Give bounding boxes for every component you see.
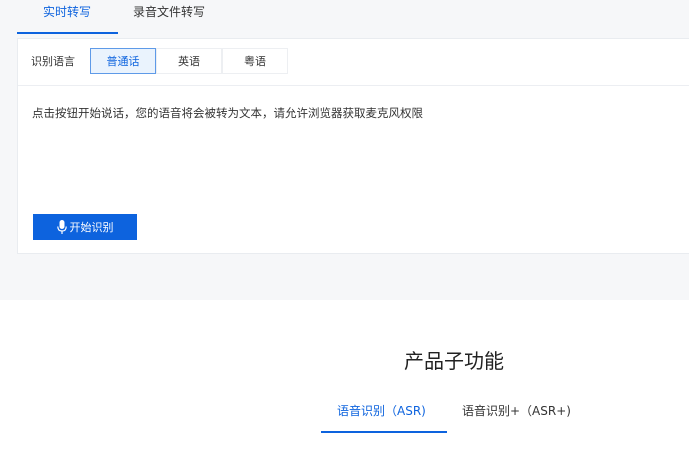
language-option-cantonese[interactable]: 粤语	[222, 48, 288, 74]
tab-realtime-transcription[interactable]: 实时转写	[43, 0, 91, 36]
language-label: 识别语言	[31, 55, 75, 68]
start-recognition-button[interactable]: 开始识别	[33, 214, 137, 240]
microphone-hint-text: 点击按钮开始说话，您的语音将会被转为文本，请允许浏览器获取麦克风权限	[32, 106, 423, 120]
section-title: 产品子功能	[404, 349, 504, 373]
language-option-english[interactable]: 英语	[156, 48, 222, 74]
tab-file-transcription[interactable]: 录音文件转写	[133, 0, 205, 36]
feature-tab-asr[interactable]: 语音识别（ASR)	[337, 402, 426, 420]
microphone-icon	[56, 220, 67, 234]
feature-tab-asr-plus[interactable]: 语音识别+（ASR+)	[462, 402, 571, 420]
transcription-card: 识别语言 普通话 英语 粤语 点击按钮开始说话，您的语音将会被转为文本，请允许浏…	[17, 38, 689, 254]
feature-tab-indicator	[321, 431, 447, 433]
language-option-mandarin[interactable]: 普通话	[90, 48, 156, 74]
page: 实时转写 录音文件转写 识别语言 普通话 英语 粤语 点击按钮开始说话，您的语音…	[0, 0, 689, 468]
start-recognition-label: 开始识别	[69, 221, 114, 234]
divider	[18, 85, 689, 86]
active-tab-indicator	[17, 32, 118, 34]
